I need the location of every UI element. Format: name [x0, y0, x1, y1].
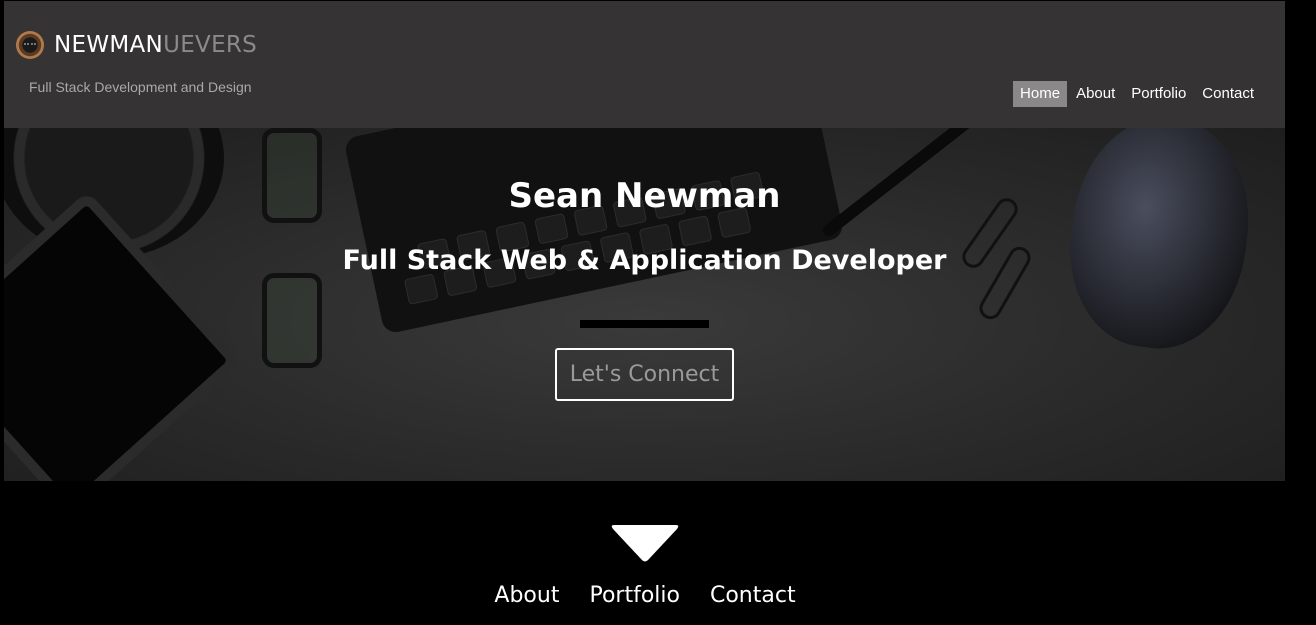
brand-name-primary: NEWMAN: [54, 32, 164, 58]
site-tagline: Full Stack Development and Design: [29, 79, 252, 95]
nav-about[interactable]: About: [1069, 81, 1122, 107]
chevron-down-icon[interactable]: [610, 523, 680, 563]
hero-title: Sean Newman: [508, 176, 781, 216]
hero-banner: Sean Newman Full Stack Web & Application…: [4, 128, 1285, 481]
hero-subtitle: Full Stack Web & Application Developer: [342, 245, 947, 276]
brand-name-secondary: UEVERS: [163, 32, 258, 58]
bottom-nav-about[interactable]: About: [494, 583, 559, 608]
lets-connect-button[interactable]: Let's Connect: [555, 348, 734, 401]
site-header: NEWMAN UEVERS Full Stack Development and …: [4, 1, 1285, 128]
top-nav: Home About Portfolio Contact: [1011, 81, 1261, 107]
nav-home[interactable]: Home: [1013, 81, 1068, 107]
nav-portfolio[interactable]: Portfolio: [1124, 81, 1193, 107]
nav-contact[interactable]: Contact: [1195, 81, 1261, 107]
keyboard-image: [343, 128, 845, 335]
brand-logo-link[interactable]: NEWMAN UEVERS: [16, 29, 257, 61]
bottom-nav-contact[interactable]: Contact: [710, 583, 796, 608]
hero-divider: [580, 320, 709, 328]
tablet-image: [4, 190, 242, 481]
bottom-nav: About Portfolio Contact: [0, 583, 1290, 608]
page: NEWMAN UEVERS Full Stack Development and …: [0, 0, 1316, 625]
bottom-nav-portfolio[interactable]: Portfolio: [589, 583, 680, 608]
mouse-image: [1056, 128, 1263, 360]
round-logo-icon: [16, 31, 44, 59]
